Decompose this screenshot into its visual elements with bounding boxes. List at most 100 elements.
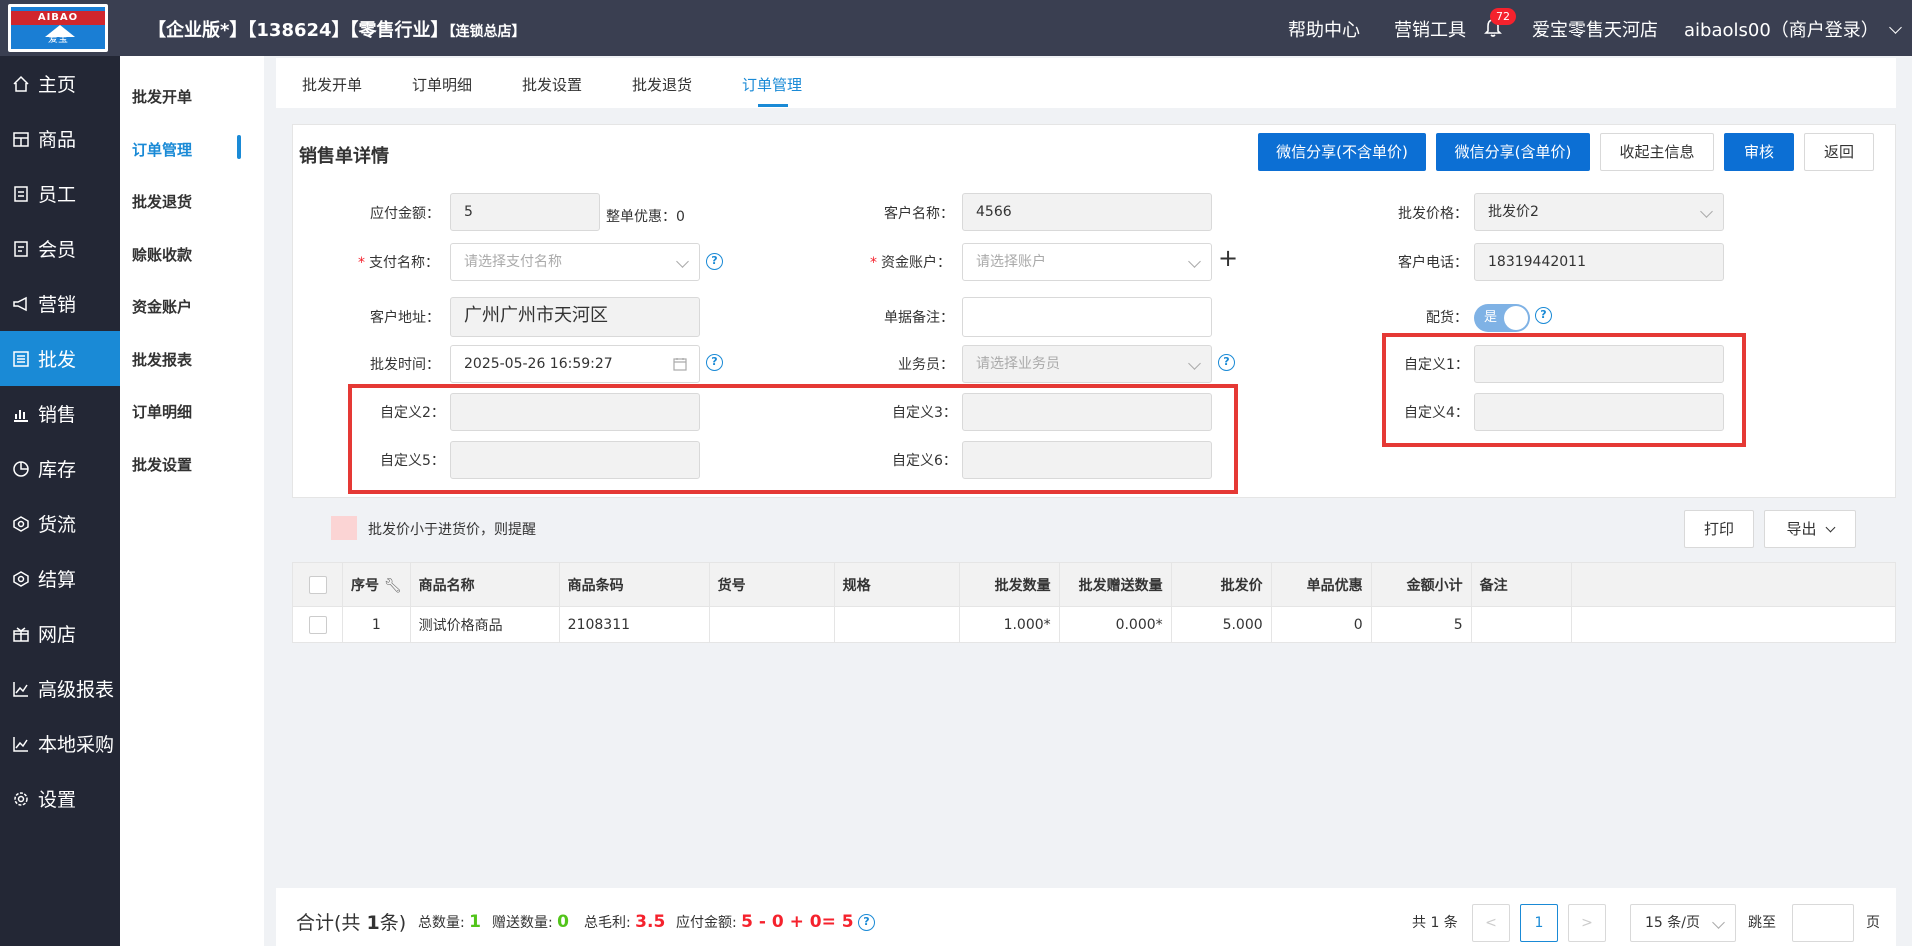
notification-badge: 72 bbox=[1490, 8, 1516, 25]
discount-label: 整单优惠：0 bbox=[606, 209, 685, 225]
goto-page-input[interactable] bbox=[1792, 904, 1854, 942]
salesperson-select[interactable]: 请选择业务员 bbox=[962, 345, 1212, 383]
help-icon[interactable]: ? bbox=[1535, 307, 1552, 324]
export-button[interactable]: 导出 bbox=[1764, 510, 1856, 548]
sidebar-item-member[interactable]: 会员 bbox=[0, 221, 120, 276]
subnav-order-management[interactable]: 订单管理 bbox=[132, 139, 192, 160]
tab-wholesale-settings[interactable]: 批发设置 bbox=[522, 74, 582, 95]
fund-account-select[interactable]: 请选择账户 bbox=[962, 243, 1212, 281]
remark-label: 单据备注： bbox=[884, 310, 954, 326]
total-qty: 总数量: 1 bbox=[418, 912, 482, 932]
plus-icon[interactable]: + bbox=[1218, 244, 1238, 272]
chevron-down-icon bbox=[1825, 522, 1835, 533]
audit-button[interactable]: 审核 bbox=[1724, 133, 1794, 171]
marketing-tools-link[interactable]: 营销工具 bbox=[1394, 16, 1466, 42]
page-unit-label: 页 bbox=[1866, 915, 1880, 931]
aibao-logo[interactable]: AIBAO 爱宝 bbox=[8, 4, 108, 52]
next-page-button[interactable]: > bbox=[1568, 904, 1606, 942]
total-count: 合计(共 1条) bbox=[296, 912, 407, 934]
help-icon[interactable]: ? bbox=[706, 253, 723, 270]
sidebar-item-goods[interactable]: 商品 bbox=[0, 111, 120, 166]
help-icon[interactable]: ? bbox=[1218, 354, 1235, 371]
subnav-fund-account[interactable]: 资金账户 bbox=[132, 296, 192, 317]
page-number[interactable]: 1 bbox=[1520, 904, 1558, 942]
tab-wholesale-return[interactable]: 批发退货 bbox=[632, 74, 692, 95]
price-select[interactable]: 批发价2 bbox=[1474, 193, 1724, 231]
wrench-icon[interactable]: 🔧︎ bbox=[384, 578, 402, 594]
cell-subtotal: 5 bbox=[1370, 606, 1472, 643]
sidebar-item-logistics[interactable]: 货流 bbox=[0, 496, 120, 551]
page-tabs: 批发开单 订单明细 批发设置 批发退货 订单管理 bbox=[276, 58, 1896, 108]
store-name[interactable]: 爱宝零售天河店 bbox=[1532, 16, 1658, 42]
wholesale-time-picker[interactable]: 2025-05-26 16:59:27 bbox=[450, 345, 700, 383]
gift-icon bbox=[13, 626, 29, 642]
sidebar-item-wholesale[interactable]: 批发 bbox=[0, 331, 120, 386]
wholesale-subnav: 批发开单 订单管理 批发退货 赊账收款 资金账户 批发报表 订单明细 批发设置 bbox=[120, 56, 264, 946]
wholesale-time-label: 批发时间： bbox=[370, 357, 440, 373]
wechat-share-price-button[interactable]: 微信分享(含单价) bbox=[1436, 133, 1590, 171]
top-bar: AIBAO 爱宝 【企业版*】【138624】【零售行业】【连锁总店】 帮助中心… bbox=[0, 0, 1912, 56]
payment-name-label: * 支付名称： bbox=[358, 255, 439, 271]
address-textarea[interactable]: 广州广州市天河区 bbox=[450, 297, 700, 337]
row-checkbox[interactable] bbox=[308, 615, 327, 634]
col-gift-qty: 批发赠送数量 bbox=[1058, 562, 1172, 607]
wechat-share-no-price-button[interactable]: 微信分享(不含单价) bbox=[1258, 133, 1426, 171]
chevron-down-icon bbox=[1188, 357, 1201, 370]
tab-order-detail[interactable]: 订单明细 bbox=[412, 74, 472, 95]
payment-name-select[interactable]: 请选择支付名称 bbox=[450, 243, 700, 281]
col-subtotal: 金额小计 bbox=[1370, 562, 1472, 607]
customer-input[interactable]: 4566 bbox=[962, 193, 1212, 231]
sidebar-item-staff[interactable]: 员工 bbox=[0, 166, 120, 221]
trend-icon bbox=[13, 736, 28, 752]
select-all-checkbox[interactable] bbox=[308, 575, 327, 594]
collapse-info-button[interactable]: 收起主信息 bbox=[1600, 133, 1714, 171]
goods-icon bbox=[13, 131, 29, 147]
sidebar-item-settings[interactable]: 设置 bbox=[0, 771, 120, 826]
subnav-wholesale-report[interactable]: 批发报表 bbox=[132, 349, 192, 370]
sidebar-item-marketing[interactable]: 营销 bbox=[0, 276, 120, 331]
sidebar-item-reports[interactable]: 高级报表 bbox=[0, 661, 120, 716]
print-button[interactable]: 打印 bbox=[1684, 510, 1754, 548]
phone-label: 客户电话： bbox=[1398, 255, 1468, 271]
user-menu[interactable]: aibaols00（商户登录） bbox=[1684, 16, 1902, 42]
delivery-toggle[interactable]: 是 bbox=[1474, 304, 1530, 332]
subnav-wholesale-order[interactable]: 批发开单 bbox=[132, 86, 192, 107]
subnav-wholesale-settings[interactable]: 批发设置 bbox=[132, 454, 192, 475]
page-size-select[interactable]: 15 条/页 bbox=[1630, 904, 1736, 942]
payable-input[interactable]: 5 bbox=[450, 193, 600, 231]
subnav-wholesale-return[interactable]: 批发退货 bbox=[132, 191, 192, 212]
logo-text: AIBAO bbox=[11, 11, 105, 25]
calendar-icon bbox=[673, 358, 687, 371]
table-row[interactable]: 1 测试价格商品 2108311 1.000* 0.000* 5.000 0 5 bbox=[292, 606, 1897, 643]
sidebar-item-webstore[interactable]: 网店 bbox=[0, 606, 120, 661]
help-icon[interactable]: ? bbox=[858, 914, 875, 931]
sidebar-item-local-purchase[interactable]: 本地采购 bbox=[0, 716, 120, 771]
chevron-down-icon bbox=[1700, 205, 1713, 218]
logo-subtext: 爱宝 bbox=[48, 34, 68, 45]
home-icon bbox=[13, 75, 29, 92]
megaphone-icon bbox=[13, 296, 27, 311]
subnav-credit-collection[interactable]: 赊账收款 bbox=[132, 244, 192, 265]
subnav-order-detail[interactable]: 订单明细 bbox=[132, 401, 192, 422]
sidebar-item-inventory[interactable]: 库存 bbox=[0, 441, 120, 496]
col-price: 批发价 bbox=[1170, 562, 1272, 607]
back-button[interactable]: 返回 bbox=[1804, 133, 1874, 171]
tab-wholesale-order[interactable]: 批发开单 bbox=[302, 74, 362, 95]
chevron-down-icon bbox=[1712, 916, 1725, 929]
remark-textarea[interactable] bbox=[962, 297, 1212, 337]
price-label: 批发价格： bbox=[1398, 206, 1468, 222]
cell-qty[interactable]: 1.000* bbox=[958, 606, 1060, 643]
chevron-down-icon bbox=[1888, 21, 1902, 34]
sidebar-item-sales[interactable]: 销售 bbox=[0, 386, 120, 441]
tab-order-management[interactable]: 订单管理 bbox=[742, 74, 802, 95]
help-icon[interactable]: ? bbox=[706, 354, 723, 371]
member-icon bbox=[14, 240, 28, 257]
cell-gift-qty[interactable]: 0.000* bbox=[1058, 606, 1172, 643]
prev-page-button[interactable]: < bbox=[1472, 904, 1510, 942]
col-spec: 规格 bbox=[833, 562, 960, 607]
help-center-link[interactable]: 帮助中心 bbox=[1288, 16, 1360, 42]
customer-label: 客户名称： bbox=[884, 206, 954, 222]
sidebar-item-home[interactable]: 主页 bbox=[0, 56, 120, 111]
sidebar-item-settlement[interactable]: 结算 bbox=[0, 551, 120, 606]
phone-input[interactable]: 18319442011 bbox=[1474, 243, 1724, 281]
